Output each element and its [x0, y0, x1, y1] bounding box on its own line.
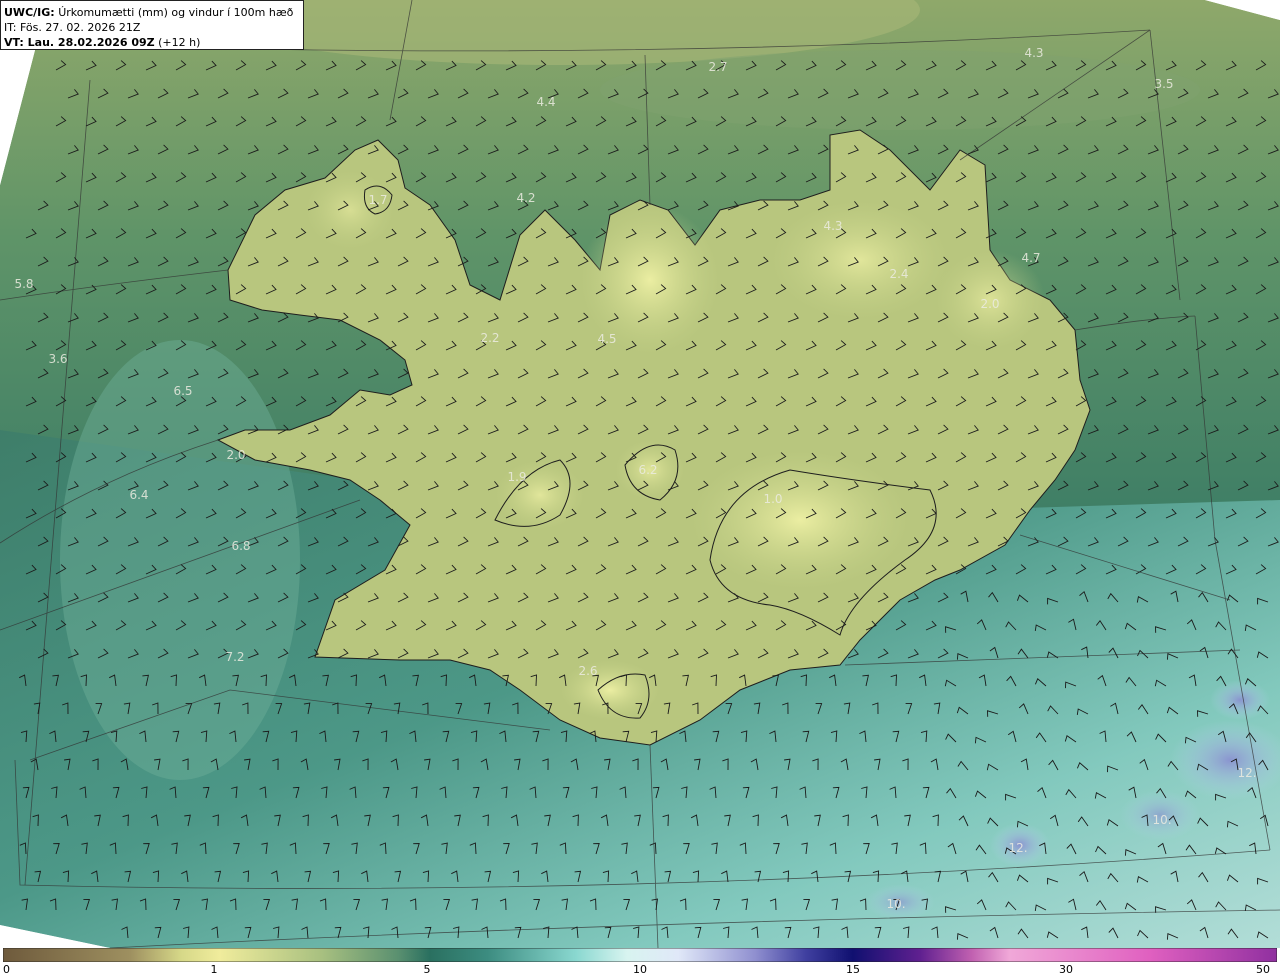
valid-time: VT: Lau. 28.02.2026 09Z (+12 h) — [4, 35, 303, 50]
precip-value-label: 6.5 — [173, 384, 192, 398]
colorbar — [3, 948, 1277, 962]
precip-value-label: 3.5 — [1154, 77, 1173, 91]
precip-value-label: 12. — [1237, 766, 1256, 780]
colorbar-tick-label: 1 — [210, 963, 218, 976]
precip-value-label: 4.2 — [516, 191, 535, 205]
forecast-offset: (+12 h) — [158, 36, 201, 49]
precipitation-map: 4.3 2.7 3.5 4.4 4.2 1.7 4.3 4.7 2.4 5.8 2.0 2.2 4.5 3… — [0, 0, 1280, 948]
colorbar-tick-label: 50 — [1256, 963, 1270, 976]
precip-value-label: 10. — [886, 897, 905, 911]
precip-value-label: 6.2 — [638, 463, 657, 477]
precip-value-label: 1.9 — [507, 470, 526, 484]
title-line-1: UWC/IG: Úrkomumætti (mm) og vindur í 100… — [4, 5, 303, 20]
field-description: Úrkomumætti (mm) og vindur í 100m hæð — [58, 6, 294, 19]
precip-value-label: 4.5 — [597, 332, 616, 346]
precip-value-label: 4.3 — [823, 219, 842, 233]
precip-value-label: 1.7 — [368, 193, 387, 207]
colorbar-tick-label: 15 — [846, 963, 860, 976]
precip-value-label: 2.2 — [480, 331, 499, 345]
precip-value-label: 6.8 — [231, 539, 250, 553]
precip-value-label: 2.7 — [708, 60, 727, 74]
precip-value-label: 5.8 — [14, 277, 33, 291]
precip-value-label: 2.0 — [226, 448, 245, 462]
title-box: UWC/IG: Úrkomumætti (mm) og vindur í 100… — [0, 0, 304, 50]
valid-time-label: VT: Lau. 28.02.2026 09Z — [4, 36, 155, 49]
init-time: IT: Fös. 27. 02. 2026 21Z — [4, 21, 141, 34]
colorbar-tick-label: 10 — [633, 963, 647, 976]
precip-value-label: 3.6 — [48, 352, 67, 366]
precip-value-label: 2.6 — [578, 664, 597, 678]
colorbar-tick-label: 30 — [1059, 963, 1073, 976]
precip-value-label: 7.2 — [225, 650, 244, 664]
precip-value-label: 12. — [1008, 841, 1027, 855]
precip-value-label: 4.3 — [1024, 46, 1043, 60]
precip-value-label: 2.0 — [980, 297, 999, 311]
colorbar-tick-label: 0 — [3, 963, 10, 976]
precip-value-label: 2.4 — [889, 267, 908, 281]
precip-value-label: 4.7 — [1021, 251, 1040, 265]
precip-value-label: 10. — [1152, 813, 1171, 827]
precip-value-label: 6.4 — [129, 488, 148, 502]
precip-value-label: 4.4 — [536, 95, 555, 109]
model-name: UWC/IG: — [4, 6, 55, 19]
precip-value-label: 1.0 — [763, 492, 782, 506]
colorbar-tick-label: 5 — [423, 963, 431, 976]
